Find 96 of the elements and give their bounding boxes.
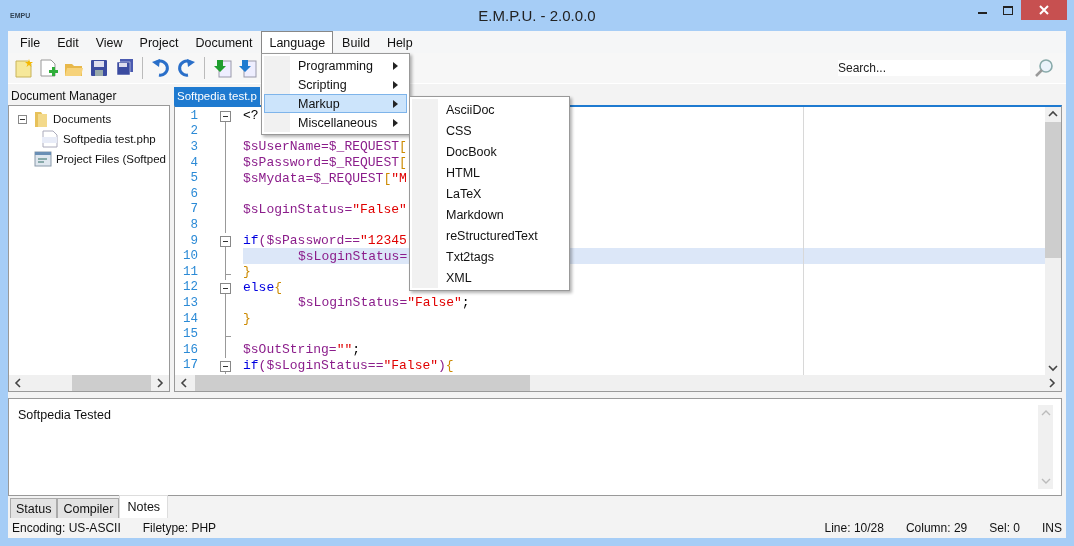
code-line: $sOutString="";: [243, 342, 361, 358]
line-number: 3: [189, 140, 199, 154]
line-number: 9: [189, 233, 199, 248]
menu-item[interactable]: Help: [378, 31, 421, 53]
menu-item[interactable]: Project: [131, 31, 187, 53]
scroll-right-icon[interactable]: [1047, 378, 1057, 388]
menu-item[interactable]: Markdown: [412, 204, 567, 225]
menu-item[interactable]: Txt2tags: [412, 246, 567, 267]
document-tab[interactable]: Softpedia test.p: [174, 87, 260, 105]
document-down-arrow-icon[interactable]: [213, 58, 233, 78]
undo-icon[interactable]: [151, 58, 171, 78]
document-down-arrow-icon[interactable]: [238, 58, 258, 78]
menu-item[interactable]: View: [87, 31, 131, 53]
menu-item[interactable]: Edit: [49, 31, 87, 53]
project-window-icon: [34, 150, 52, 168]
status-text: Encoding: US-ASCII: [12, 521, 121, 535]
line-number: 8: [189, 217, 199, 232]
menu-item[interactable]: Language: [261, 31, 334, 53]
minimize-icon: [977, 12, 987, 14]
menu-item[interactable]: Build: [334, 31, 378, 53]
menu-item[interactable]: DocBook: [412, 141, 567, 162]
line-number: 7: [189, 202, 199, 217]
line-number: 11: [182, 264, 199, 279]
close-button[interactable]: [1021, 0, 1067, 20]
menu-item[interactable]: reStructuredText: [412, 225, 567, 246]
panel-title: Document Manager: [10, 88, 118, 105]
line-number: 4: [189, 155, 199, 170]
status-text: Column: 29: [905, 521, 968, 535]
code-line: else{: [243, 279, 283, 295]
line-number: 17: [182, 358, 199, 373]
line-number: 5: [189, 171, 199, 186]
scroll-up-icon: [1040, 409, 1051, 417]
code-line: $sLoginStatus="False": [243, 201, 407, 217]
line-number: 1: [189, 108, 199, 123]
add-file-icon[interactable]: [39, 58, 59, 78]
line-number: 2: [189, 124, 199, 139]
scroll-down-icon: [1040, 477, 1051, 485]
line-number: 6: [189, 186, 199, 201]
save-all-icon[interactable]: [114, 58, 134, 78]
menu-item[interactable]: Markup: [264, 94, 407, 113]
menu-item[interactable]: Document: [187, 31, 261, 53]
code-line: }: [243, 311, 251, 326]
tree-item[interactable]: Softpedia test.php: [63, 133, 156, 145]
status-text: Sel: 0: [989, 521, 1020, 535]
line-number: 12: [182, 280, 199, 295]
menu-item[interactable]: File: [12, 31, 49, 53]
window-title: E.M.P.U. - 2.0.0.0: [478, 7, 596, 24]
tree-item[interactable]: Project Files (Softped: [56, 153, 166, 165]
php-file-icon: [41, 130, 59, 148]
code-line: $sMydata=$_REQUEST["M: [243, 170, 407, 186]
line-number: 14: [182, 311, 199, 326]
menu-item[interactable]: LaTeX: [412, 183, 567, 204]
code-line: }: [243, 264, 251, 280]
panel-tab[interactable]: Status: [10, 498, 58, 518]
horizontal-scrollbar[interactable]: [175, 375, 1061, 391]
status-text: Line: 10/28: [824, 521, 884, 535]
status-text: INS: [1042, 521, 1062, 535]
menu-item[interactable]: Miscellaneous: [264, 113, 407, 132]
code-line: if($sPassword=="12345: [243, 233, 407, 249]
menu-item[interactable]: HTML: [412, 162, 567, 183]
code-line: $sLoginStatus="False";: [298, 295, 470, 311]
vertical-scrollbar[interactable]: [1045, 107, 1061, 375]
line-number: 10: [182, 249, 199, 264]
status-text: Filetype: PHP: [142, 521, 217, 535]
code-line: $sUserName=$_REQUEST[: [243, 139, 407, 155]
scroll-left-icon[interactable]: [179, 378, 189, 388]
menu-item[interactable]: Scripting: [264, 75, 407, 94]
tree-item[interactable]: Documents: [53, 113, 112, 125]
search-field[interactable]: Search...: [838, 60, 1030, 76]
code-line: <?: [243, 108, 259, 124]
notes-text: Softpedia Tested: [18, 408, 111, 422]
panel-tab[interactable]: Compiler: [57, 498, 120, 518]
close-icon: [1039, 5, 1049, 15]
redo-icon[interactable]: [176, 58, 196, 78]
code-line: $sPassword=$_REQUEST[: [243, 155, 407, 171]
menu-item[interactable]: AsciiDoc: [412, 99, 567, 120]
folder-icon: [33, 110, 49, 128]
maximize-icon: [1003, 5, 1013, 15]
scroll-up-icon[interactable]: [1048, 110, 1058, 118]
panel-tab[interactable]: Notes: [119, 495, 169, 518]
save-icon[interactable]: [89, 58, 109, 78]
horizontal-scrollbar[interactable]: [9, 375, 169, 391]
scroll-left-icon[interactable]: [13, 378, 23, 388]
menu-item[interactable]: Programming: [264, 56, 407, 75]
menu-item[interactable]: CSS: [412, 120, 567, 141]
menu-item[interactable]: XML: [412, 267, 567, 288]
fold-toggle-icon[interactable]: [220, 108, 231, 124]
code-line: $sLoginStatus=: [298, 248, 408, 264]
line-number: 16: [182, 342, 199, 357]
line-number: 13: [182, 295, 199, 310]
search-icon[interactable]: [1034, 58, 1054, 78]
scroll-right-icon[interactable]: [155, 378, 165, 388]
line-number: 15: [182, 327, 199, 342]
scroll-down-icon[interactable]: [1048, 364, 1058, 372]
code-line: if($sLoginStatus=="False"){: [243, 357, 454, 373]
collapse-icon[interactable]: [18, 114, 27, 124]
